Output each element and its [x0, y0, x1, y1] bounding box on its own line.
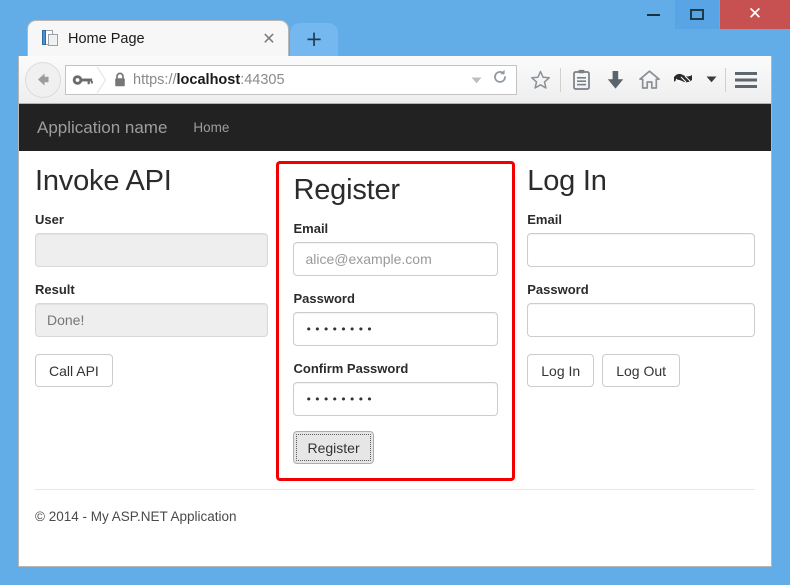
- site-identity-box[interactable]: [66, 65, 106, 94]
- register-email-input[interactable]: alice@example.com: [293, 242, 499, 276]
- site-brand-link[interactable]: Application name: [37, 118, 167, 138]
- page-document-icon: [42, 30, 58, 47]
- hamburger-menu-icon: [735, 71, 757, 88]
- three-column-layout: Invoke API User Result Done! Call API Re…: [35, 161, 755, 481]
- address-bar[interactable]: https://localhost:44305: [65, 64, 517, 95]
- footer-divider: [35, 489, 755, 490]
- register-password-input[interactable]: ••••••••: [293, 312, 499, 346]
- url-text: https://localhost:44305: [133, 71, 285, 88]
- user-input[interactable]: [35, 233, 269, 267]
- login-title: Log In: [527, 165, 607, 197]
- browser-tab-home-page[interactable]: Home Page ✕: [27, 20, 289, 56]
- login-password-label: Password: [527, 282, 589, 297]
- toolbar-overflow-button[interactable]: [700, 63, 722, 97]
- login-email-input[interactable]: [527, 233, 755, 267]
- register-panel: Register Email alice@example.com Passwor…: [276, 161, 516, 481]
- pocket-icon: [674, 73, 692, 84]
- footer-copyright: © 2014 - My ASP.NET Application: [35, 509, 237, 524]
- browser-navigation-toolbar: https://localhost:44305: [18, 56, 772, 104]
- register-confirm-value: ••••••••: [305, 392, 375, 406]
- site-navbar: Application name Home: [19, 104, 771, 151]
- reload-button[interactable]: [490, 69, 516, 90]
- result-input[interactable]: Done!: [35, 303, 269, 337]
- register-title: Register: [293, 174, 400, 206]
- register-button[interactable]: Register: [293, 431, 374, 464]
- downloads-icon: [607, 70, 623, 89]
- key-icon: [72, 74, 93, 85]
- reload-icon: [494, 69, 506, 83]
- nav-link-home[interactable]: Home: [193, 120, 229, 135]
- back-arrow-icon: [37, 73, 48, 86]
- login-panel: Log In Email Password Log In Log Out: [527, 165, 755, 387]
- toolbar-divider: [560, 67, 561, 92]
- chevron-down-icon: [471, 77, 482, 83]
- login-email-label: Email: [527, 212, 562, 227]
- register-email-label: Email: [293, 221, 329, 236]
- call-api-button[interactable]: Call API: [35, 354, 113, 387]
- pocket-button[interactable]: [666, 63, 700, 97]
- login-button[interactable]: Log In: [527, 354, 595, 387]
- address-dropdown-button[interactable]: [463, 71, 490, 89]
- result-label: Result: [35, 282, 75, 297]
- page-content: Invoke API User Result Done! Call API Re…: [19, 151, 771, 566]
- back-button[interactable]: [25, 61, 61, 98]
- overflow-chevron-icon: [706, 76, 716, 83]
- register-password-label: Password: [293, 291, 355, 306]
- new-tab-button[interactable]: +: [290, 23, 338, 56]
- logout-button[interactable]: Log Out: [602, 354, 681, 387]
- padlock-icon: [115, 72, 125, 87]
- browser-window: ✕ Home Page ✕ + https://localhost:44305 …: [0, 0, 790, 585]
- reading-list-icon: [572, 69, 590, 90]
- reading-list-button[interactable]: [564, 63, 598, 97]
- register-confirm-input[interactable]: ••••••••: [293, 382, 499, 416]
- home-icon: [638, 70, 660, 89]
- browser-tabstrip: Home Page ✕ +: [0, 14, 790, 56]
- login-password-input[interactable]: [527, 303, 755, 337]
- register-password-value: ••••••••: [305, 322, 375, 336]
- register-confirm-label: Confirm Password: [293, 361, 409, 376]
- tab-title: Home Page: [68, 30, 145, 47]
- bookmark-star-icon: [530, 70, 550, 89]
- invoke-api-title: Invoke API: [35, 165, 172, 197]
- hamburger-menu-button[interactable]: [729, 63, 763, 97]
- tab-close-icon[interactable]: ✕: [260, 30, 278, 47]
- page-viewport: Application name Home Invoke API User Re…: [18, 104, 772, 567]
- toolbar-divider-2: [725, 67, 726, 92]
- user-label: User: [35, 212, 64, 227]
- bookmark-star-button[interactable]: [523, 63, 557, 97]
- home-button[interactable]: [632, 63, 666, 97]
- downloads-button[interactable]: [598, 63, 632, 97]
- invoke-api-panel: Invoke API User Result Done! Call API: [35, 165, 269, 387]
